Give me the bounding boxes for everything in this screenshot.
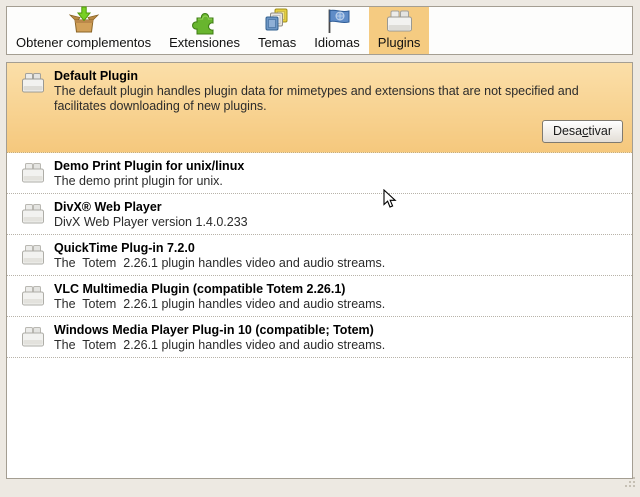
disable-button-label-suffix: tivar	[588, 124, 612, 138]
tab-themes[interactable]: Temas	[249, 7, 305, 54]
tab-extensions-label: Extensiones	[169, 36, 240, 50]
plugin-row-text: Default Plugin The default plugin handle…	[54, 68, 622, 114]
addons-toolbar: Obtener complementos Extensiones Temas	[6, 6, 633, 55]
tab-themes-label: Temas	[258, 36, 296, 50]
plugin-row-wmp[interactable]: Windows Media Player Plug-in 10 (compati…	[7, 317, 632, 358]
plugin-description: The Totem 2.26.1 plugin handles video an…	[54, 256, 622, 271]
plugin-brick-icon	[20, 71, 46, 100]
tab-get-addons-label: Obtener complementos	[16, 36, 151, 50]
plugin-brick-icon	[20, 243, 46, 272]
disable-button-label: Desa	[553, 124, 582, 138]
plugin-name: DivX® Web Player	[54, 199, 622, 215]
plugin-description: DivX Web Player version 1.4.0.233	[54, 215, 622, 230]
plugin-name: QuickTime Plug-in 7.2.0	[54, 240, 622, 256]
plugin-brick-icon	[20, 161, 46, 190]
plugin-row-default-plugin[interactable]: Default Plugin The default plugin handle…	[7, 63, 632, 153]
tab-get-addons[interactable]: Obtener complementos	[7, 7, 160, 54]
plugin-row-text: VLC Multimedia Plugin (compatible Totem …	[54, 281, 622, 312]
tab-plugins-label: Plugins	[378, 36, 421, 50]
tab-languages-label: Idiomas	[314, 36, 360, 50]
tab-plugins[interactable]: Plugins	[369, 7, 430, 54]
plugin-row-demo-print[interactable]: Demo Print Plugin for unix/linux The dem…	[7, 153, 632, 194]
get-addons-box-icon	[69, 5, 99, 35]
tab-extensions[interactable]: Extensiones	[160, 7, 249, 54]
disable-button[interactable]: Desactivar	[542, 120, 623, 143]
plugin-row-text: Demo Print Plugin for unix/linux The dem…	[54, 158, 622, 189]
themes-swatches-icon	[263, 7, 291, 35]
tab-languages[interactable]: Idiomas	[305, 7, 369, 54]
plugin-list: Default Plugin The default plugin handle…	[6, 62, 633, 479]
plugin-name: Default Plugin	[54, 68, 622, 84]
plugin-brick-icon	[384, 7, 414, 35]
plugin-description: The default plugin handles plugin data f…	[54, 84, 584, 114]
plugin-brick-icon	[20, 284, 46, 313]
plugin-row-quicktime[interactable]: QuickTime Plug-in 7.2.0 The Totem 2.26.1…	[7, 235, 632, 276]
languages-flag-icon	[323, 7, 351, 35]
plugin-row-text: QuickTime Plug-in 7.2.0 The Totem 2.26.1…	[54, 240, 622, 271]
plugin-row-text: Windows Media Player Plug-in 10 (compati…	[54, 322, 622, 353]
plugin-name: Windows Media Player Plug-in 10 (compati…	[54, 322, 622, 338]
plugin-row-text: DivX® Web Player DivX Web Player version…	[54, 199, 622, 230]
extensions-puzzle-icon	[191, 7, 219, 35]
plugin-row-vlc[interactable]: VLC Multimedia Plugin (compatible Totem …	[7, 276, 632, 317]
plugin-description: The demo print plugin for unix.	[54, 174, 622, 189]
plugin-name: Demo Print Plugin for unix/linux	[54, 158, 622, 174]
plugin-name: VLC Multimedia Plugin (compatible Totem …	[54, 281, 622, 297]
plugin-row-divx[interactable]: DivX® Web Player DivX Web Player version…	[7, 194, 632, 235]
resize-grip-icon[interactable]	[623, 475, 637, 494]
addons-manager-window: { "window": { "background_color": "#EDE9…	[0, 0, 640, 497]
plugin-brick-icon	[20, 325, 46, 354]
plugin-description: The Totem 2.26.1 plugin handles video an…	[54, 297, 622, 312]
plugin-brick-icon	[20, 202, 46, 231]
plugin-description: The Totem 2.26.1 plugin handles video an…	[54, 338, 622, 353]
